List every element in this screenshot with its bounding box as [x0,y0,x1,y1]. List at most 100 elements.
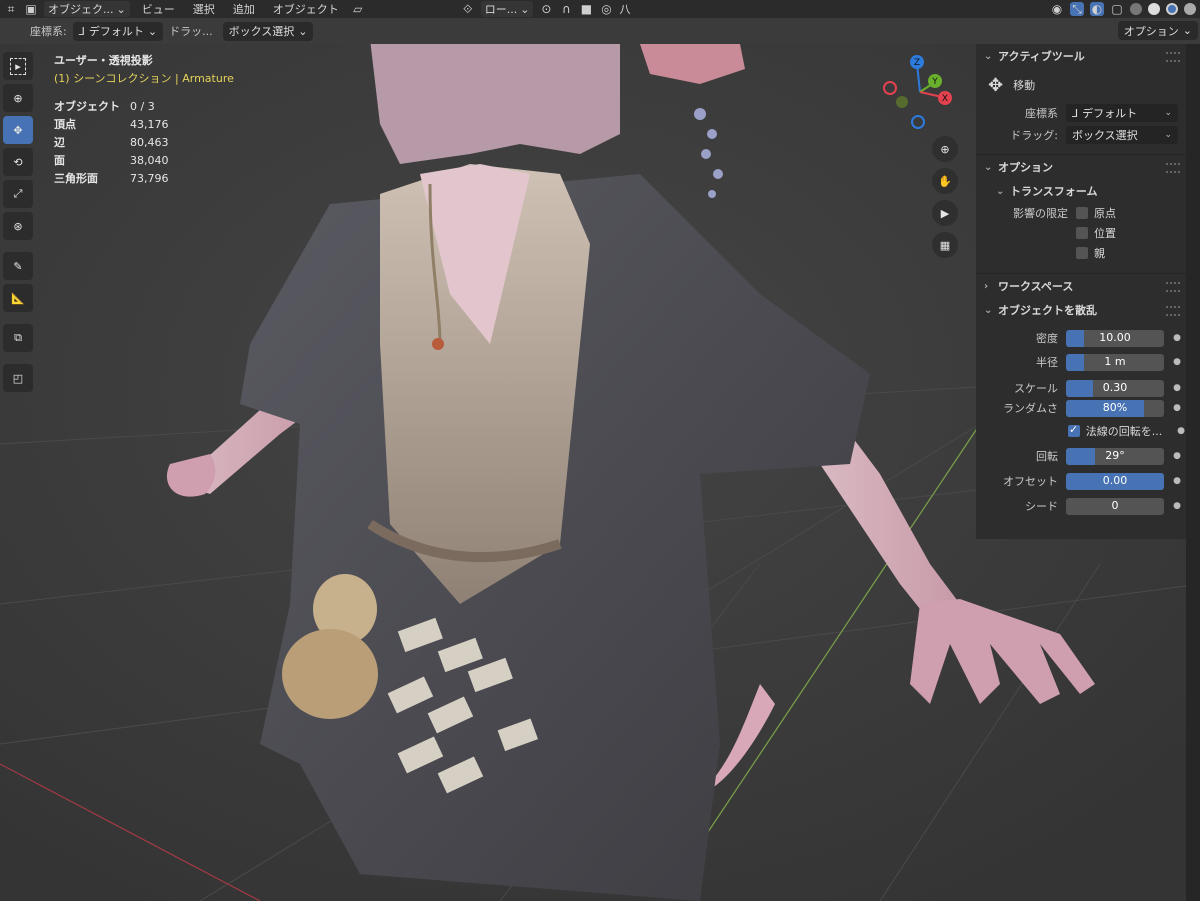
keyframe-dot-icon[interactable]: ● [1172,451,1182,461]
snap-square-icon[interactable]: ■ [579,2,593,16]
seed-slider[interactable]: 0 [1066,497,1164,515]
gizmo-neg-y[interactable] [896,96,908,108]
axes-icon: ⅃ [1072,106,1079,120]
ruler-icon: 📐 [11,291,25,305]
gizmo-toggle-icon[interactable]: ⤡ [1070,2,1084,16]
mode-dropdown[interactable]: オブジェク... ⌄ [44,1,130,17]
stat-row: 三角形面 73,796 [54,170,194,188]
xray-icon[interactable]: ▢ [1110,2,1124,16]
chevron-down-icon: ⌄ [520,2,530,16]
scale-tool[interactable]: ⤢ [3,180,33,208]
measure-tool[interactable]: 📐 [3,284,33,312]
scatter-tool[interactable]: ◰ [3,364,33,392]
keyframe-dot-icon[interactable]: ● [1172,383,1182,393]
keyframe-dot-icon[interactable]: ● [1172,476,1182,486]
random-slider[interactable]: 80% [1066,399,1164,417]
chevron-down-icon: ⌄ [298,24,308,38]
options-section[interactable]: ⌄ オプション [976,155,1186,179]
select-box-tool[interactable]: ▸ [3,52,33,80]
snap-target-icon[interactable]: ⊙ [539,2,553,16]
move-tool[interactable]: ✥ [3,116,33,144]
location-row: 位置 [976,223,1186,243]
radius-label: 半径 [1036,356,1058,369]
transform-subsection[interactable]: ⌄ トランスフォーム [976,179,1186,203]
perspective-button[interactable]: ▦ [932,232,958,258]
rotation-slider[interactable]: 29° [1066,447,1164,465]
overlay-toggle-icon[interactable]: ◐ [1090,2,1104,16]
pan-button[interactable]: ✋ [932,168,958,194]
density-label: 密度 [1036,332,1058,345]
drag-dropdown[interactable]: ボックス選択 ⌄ [222,21,314,41]
drag-grip-icon[interactable] [1166,306,1180,316]
rotate-tool[interactable]: ⟲ [3,148,33,176]
scatter-section[interactable]: ⌄ オブジェクトを散乱 [976,298,1186,322]
radius-slider[interactable]: 1 m [1066,353,1164,371]
shading-solid-icon[interactable] [1148,3,1160,15]
shading-material-icon[interactable] [1166,3,1178,15]
coord-dropdown[interactable]: ⅃ デフォルト ⌄ [1066,104,1178,122]
magnet-icon[interactable]: ∩ [559,2,573,16]
normal-rotation-row: 法線の回転を... ● [976,418,1186,444]
parent-checkbox[interactable] [1076,247,1088,259]
offset-slider[interactable]: 0.00 [1066,472,1164,490]
drag-dropdown[interactable]: ボックス選択 ⌄ [1066,126,1178,144]
affect-row: 影響の限定 原点 [976,203,1186,223]
cursor-tool[interactable]: ⊕ [3,84,33,112]
visibility-icon[interactable]: ◉ [1050,2,1064,16]
menu-view[interactable]: ビュー [136,1,181,17]
scale-label: スケール [1014,382,1058,395]
add-cube-tool[interactable]: ⧉ [3,324,33,352]
proportional-edit-icon[interactable]: ◎ [599,2,613,16]
drag-grip-icon[interactable] [1166,52,1180,62]
workspace-section[interactable]: › ワークスペース [976,274,1186,298]
camera-button[interactable]: ▶ [932,200,958,226]
pivot-dropdown-label: ロー... [484,3,518,16]
shading-rendered-icon[interactable] [1184,3,1196,15]
normal-rotation-checkbox[interactable] [1068,423,1080,437]
scale-slider[interactable]: 0.30 [1066,379,1164,397]
transform-orientation-icon[interactable]: ⟐ [461,2,475,16]
hand-icon: ✋ [938,174,952,188]
menu-add[interactable]: 追加 [227,1,261,17]
rotate-icon: ⟲ [13,155,23,169]
location-checkbox[interactable] [1076,227,1088,239]
annotate-tool[interactable]: ✎ [3,252,33,280]
gizmo-neg-z[interactable] [911,115,925,129]
drag-grip-icon[interactable] [1166,282,1180,292]
zoom-button[interactable]: ⊕ [932,136,958,162]
camera-icon: ▶ [940,206,950,220]
menu-object[interactable]: オブジェクト [267,1,345,17]
drag-grip-icon[interactable] [1166,163,1180,173]
active-tool-header: アクティブツール [998,50,1085,63]
menu-select[interactable]: 選択 [187,1,221,17]
options-button[interactable]: オプション ⌄ [1117,21,1198,40]
stat-value: 73,796 [130,172,169,185]
gp-icon[interactable]: ▱ [351,2,365,16]
editor-type-icon[interactable]: ⌗ [4,2,18,16]
pivot-dropdown[interactable]: ロー... ⌄ [480,1,534,17]
viewport-nav-buttons: ⊕ ✋ ▶ ▦ [932,136,958,258]
shading-wire-icon[interactable] [1130,3,1142,15]
keyframe-dot-icon[interactable]: ● [1172,501,1182,511]
transform-tool[interactable]: ⊛ [3,212,33,240]
scatter-icon: ◰ [12,371,24,385]
gourd-bottom [282,629,378,719]
keyframe-dot-icon[interactable]: ● [1172,333,1182,343]
chevron-right-icon: › [984,280,989,292]
keyframe-dot-icon[interactable]: ● [1176,426,1186,436]
keyframe-dot-icon[interactable]: ● [1172,357,1182,367]
origin-checkbox[interactable] [1076,207,1088,219]
density-slider[interactable]: 10.00 [1066,329,1164,347]
stat-key: 辺 [54,136,65,149]
gizmo-neg-x[interactable] [883,81,897,95]
drag-label: ドラッグ: [1010,129,1058,142]
navigation-gizmo[interactable]: Z Y X [880,52,960,134]
offset-row: オフセット 0.00 ● [976,468,1186,494]
sidebar-tabs[interactable] [1186,44,1200,901]
hair [370,44,620,164]
keyframe-dot-icon[interactable]: ● [1172,403,1182,413]
active-tool-section[interactable]: ⌄ アクティブツール [976,44,1186,68]
coord-dropdown[interactable]: ⅃ デフォルト ⌄ [72,21,164,41]
options-label: オプション [1123,24,1179,38]
top-menu-bar: ⌗ ▣ オブジェク... ⌄ ビュー 選択 追加 オブジェクト ▱ ⟐ ロー..… [0,0,1200,18]
